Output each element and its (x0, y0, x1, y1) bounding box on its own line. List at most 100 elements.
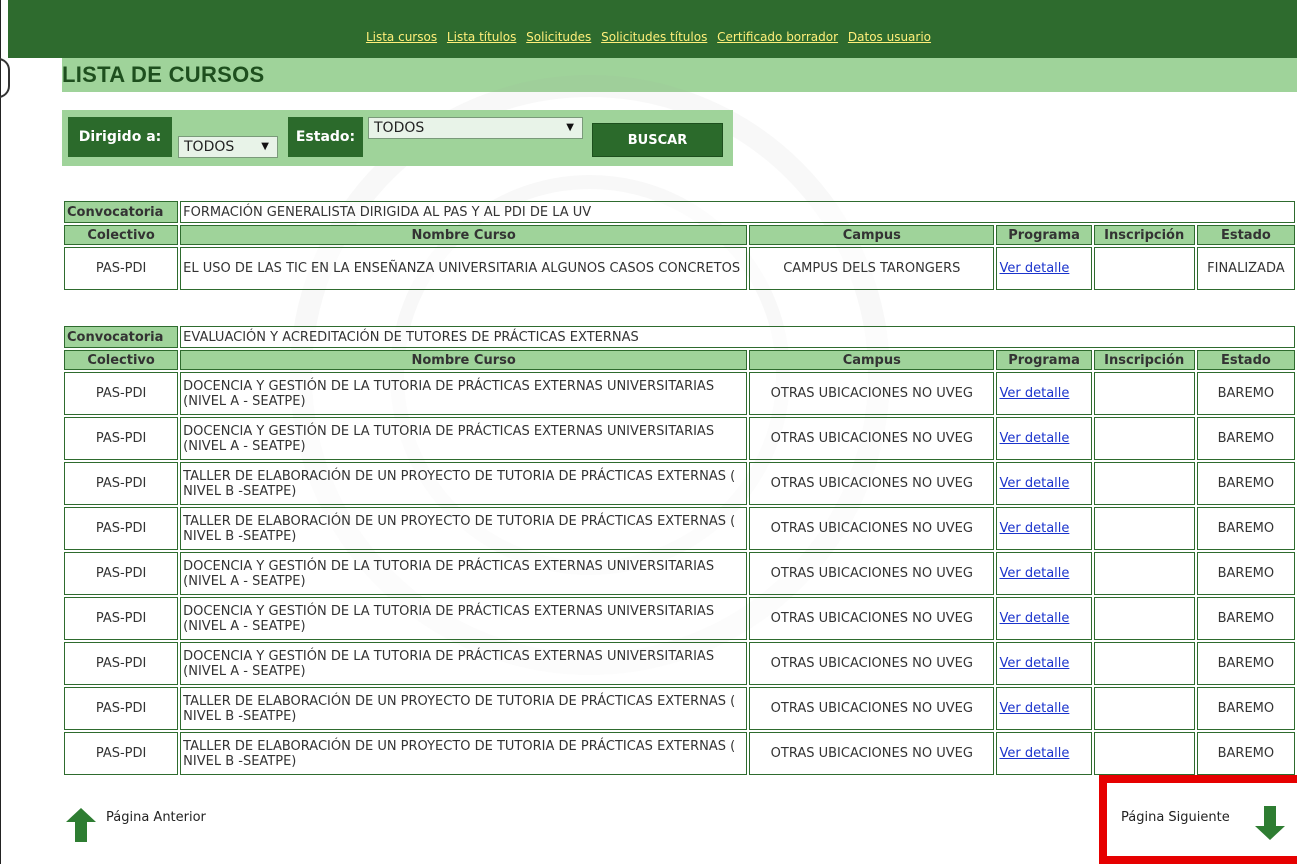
table-row: PAS-PDI DOCENCIA Y GESTIÓN DE LA TUTORIA … (64, 597, 1295, 640)
estado-cell: FINALIZADA (1196, 247, 1295, 290)
nav-solicitudes[interactable]: Solicitudes (526, 30, 591, 44)
inscripcion-cell (1093, 507, 1195, 550)
column-header-5: Estado (1196, 225, 1295, 245)
course-name-cell: DOCENCIA Y GESTIÓN DE LA TUTORIA DE PRÁC… (180, 552, 748, 595)
column-header-5: Estado (1196, 350, 1295, 370)
course-name-cell: TALLER DE ELABORACIÓN DE UN PROYECTO DE … (180, 507, 748, 550)
estado-cell: BAREMO (1196, 687, 1295, 730)
ver-detalle-link[interactable]: Ver detalle (999, 566, 1069, 581)
ver-detalle-link[interactable]: Ver detalle (999, 476, 1069, 491)
estado-cell: BAREMO (1196, 597, 1295, 640)
estado-cell: BAREMO (1196, 372, 1295, 415)
header-band (8, 0, 1297, 58)
programa-cell: Ver detalle (996, 552, 1092, 595)
campus-cell: OTRAS UBICACIONES NO UVEG (749, 597, 995, 640)
column-header-4: Inscripción (1093, 350, 1195, 370)
ver-detalle-link[interactable]: Ver detalle (999, 261, 1069, 276)
course-name-cell: TALLER DE ELABORACIÓN DE UN PROYECTO DE … (180, 462, 748, 505)
nav-lista-cursos[interactable]: Lista cursos (366, 30, 437, 44)
inscripcion-cell (1093, 462, 1195, 505)
estado-cell: BAREMO (1196, 462, 1295, 505)
prev-page-link[interactable]: Página Anterior (106, 810, 206, 825)
column-header-0: Colectivo (64, 350, 179, 370)
inscripcion-cell (1093, 552, 1195, 595)
inscripcion-cell (1093, 687, 1195, 730)
table-row: PAS-PDI TALLER DE ELABORACIÓN DE UN PROYE… (64, 462, 1295, 505)
colectivo-cell: PAS-PDI (64, 687, 179, 730)
campus-cell: OTRAS UBICACIONES NO UVEG (749, 732, 995, 775)
arrow-up-icon[interactable] (66, 808, 96, 842)
column-header-1: Nombre Curso (180, 225, 748, 245)
column-header-2: Campus (749, 225, 995, 245)
column-header-2: Campus (749, 350, 995, 370)
inscripcion-cell (1093, 642, 1195, 685)
nav-datos-usuario[interactable]: Datos usuario (848, 30, 931, 44)
column-header-0: Colectivo (64, 225, 179, 245)
estado-cell: BAREMO (1196, 417, 1295, 460)
course-name-cell: DOCENCIA Y GESTIÓN DE LA TUTORIA DE PRÁC… (180, 417, 748, 460)
table-row: PAS-PDI TALLER DE ELABORACIÓN DE UN PROYE… (64, 732, 1295, 775)
programa-cell: Ver detalle (996, 462, 1092, 505)
table-row: PAS-PDI TALLER DE ELABORACIÓN DE UN PROYE… (64, 507, 1295, 550)
course-name-cell: TALLER DE ELABORACIÓN DE UN PROYECTO DE … (180, 732, 748, 775)
programa-cell: Ver detalle (996, 642, 1092, 685)
inscripcion-cell (1093, 597, 1195, 640)
inscripcion-cell (1093, 372, 1195, 415)
table-row: PAS-PDI DOCENCIA Y GESTIÓN DE LA TUTORIA … (64, 372, 1295, 415)
convocatoria-row: Convocatoria FORMACIÓN GENERALISTA DIRIGI… (64, 201, 1295, 223)
estado-cell: BAREMO (1196, 732, 1295, 775)
course-name-cell: DOCENCIA Y GESTIÓN DE LA TUTORIA DE PRÁC… (180, 597, 748, 640)
column-header-1: Nombre Curso (180, 350, 748, 370)
campus-cell: CAMPUS DELS TARONGERS (749, 247, 995, 290)
column-header-4: Inscripción (1093, 225, 1195, 245)
programa-cell: Ver detalle (996, 597, 1092, 640)
nav-certificado-borrador[interactable]: Certificado borrador (717, 30, 838, 44)
inscripcion-cell (1093, 247, 1195, 290)
course-table-group-1: Convocatoria FORMACIÓN GENERALISTA DIRIGI… (62, 199, 1297, 292)
colectivo-cell: PAS-PDI (64, 372, 179, 415)
colectivo-cell: PAS-PDI (64, 507, 179, 550)
campus-cell: OTRAS UBICACIONES NO UVEG (749, 417, 995, 460)
page-title: LISTA DE CURSOS (62, 62, 265, 87)
column-header-3: Programa (996, 350, 1092, 370)
table-row: PAS-PDI TALLER DE ELABORACIÓN DE UN PROYE… (64, 687, 1295, 730)
colectivo-cell: PAS-PDI (64, 462, 179, 505)
dropdown-arrow-icon: ▼ (566, 122, 574, 133)
dropdown-arrow-icon: ▼ (261, 141, 269, 152)
nav-solicitudes-titulos[interactable]: Solicitudes títulos (601, 30, 707, 44)
top-nav: Lista cursos Lista títulos Solicitudes S… (0, 30, 1297, 44)
colectivo-cell: PAS-PDI (64, 642, 179, 685)
ver-detalle-link[interactable]: Ver detalle (999, 386, 1069, 401)
dirigido-select[interactable]: TODOS ▼ (178, 136, 278, 158)
campus-cell: OTRAS UBICACIONES NO UVEG (749, 507, 995, 550)
campus-cell: OTRAS UBICACIONES NO UVEG (749, 687, 995, 730)
course-name-cell: DOCENCIA Y GESTIÓN DE LA TUTORIA DE PRÁC… (180, 642, 748, 685)
ver-detalle-link[interactable]: Ver detalle (999, 656, 1069, 671)
ver-detalle-link[interactable]: Ver detalle (999, 746, 1069, 761)
inscripcion-cell (1093, 417, 1195, 460)
course-table-group-2: Convocatoria EVALUACIÓN Y ACREDITACIÓN DE… (62, 324, 1297, 777)
ver-detalle-link[interactable]: Ver detalle (999, 611, 1069, 626)
ver-detalle-link[interactable]: Ver detalle (999, 521, 1069, 536)
convocatoria-label: Convocatoria (64, 326, 179, 348)
dirigido-select-value: TODOS (184, 139, 235, 155)
ver-detalle-link[interactable]: Ver detalle (999, 431, 1069, 446)
buscar-button[interactable]: BUSCAR (592, 123, 723, 157)
estado-cell: BAREMO (1196, 507, 1295, 550)
course-name-cell: DOCENCIA Y GESTIÓN DE LA TUTORIA DE PRÁC… (180, 372, 748, 415)
estado-select-value: TODOS (374, 120, 425, 136)
colectivo-cell: PAS-PDI (64, 417, 179, 460)
column-header-3: Programa (996, 225, 1092, 245)
colectivo-cell: PAS-PDI (64, 597, 179, 640)
nav-lista-titulos[interactable]: Lista títulos (447, 30, 516, 44)
course-name-cell: TALLER DE ELABORACIÓN DE UN PROYECTO DE … (180, 687, 748, 730)
colectivo-cell: PAS-PDI (64, 552, 179, 595)
table-row: PAS-PDI DOCENCIA Y GESTIÓN DE LA TUTORIA … (64, 642, 1295, 685)
estado-select[interactable]: TODOS ▼ (368, 117, 583, 139)
inscripcion-cell (1093, 732, 1195, 775)
convocatoria-value: FORMACIÓN GENERALISTA DIRIGIDA AL PAS Y … (180, 201, 1295, 223)
programa-cell: Ver detalle (996, 687, 1092, 730)
table-header-row: Colectivo Nombre Curso Campus Programa Inscr… (64, 350, 1295, 370)
ver-detalle-link[interactable]: Ver detalle (999, 701, 1069, 716)
convocatoria-value: EVALUACIÓN Y ACREDITACIÓN DE TUTORES DE … (180, 326, 1295, 348)
